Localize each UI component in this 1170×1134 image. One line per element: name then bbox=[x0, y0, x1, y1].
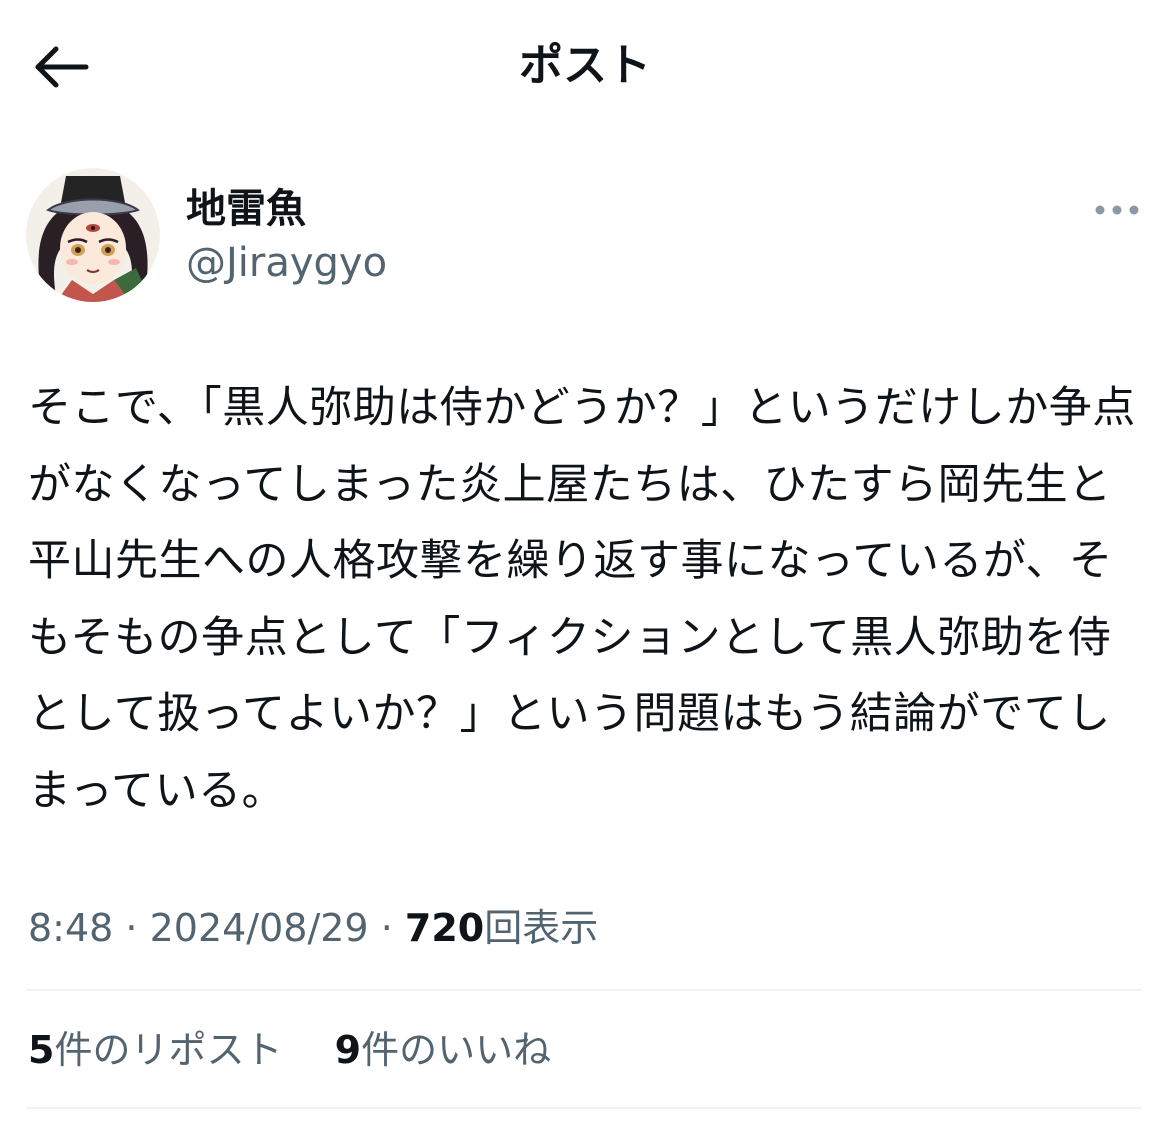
tweet-text: そこで、「黒人弥助は侍かどうか？」というだけしか争点がなくなってしまった炎上屋た… bbox=[28, 383, 1136, 816]
reposts-stat[interactable]: 5件のリポスト bbox=[28, 1028, 282, 1072]
likes-label: 件のいいね bbox=[361, 1028, 552, 1072]
tweet-date[interactable]: 2024/08/29 bbox=[150, 906, 369, 950]
engagement-stats: 5件のリポスト 9件のいいね bbox=[28, 1025, 551, 1075]
likes-stat[interactable]: 9件のいいね bbox=[335, 1028, 551, 1072]
user-handle[interactable]: @Jiraygyo bbox=[186, 238, 387, 288]
divider bbox=[26, 1107, 1142, 1109]
reposts-label: 件のリポスト bbox=[54, 1028, 283, 1072]
divider bbox=[26, 989, 1142, 991]
tweet-time[interactable]: 8:48 bbox=[28, 906, 113, 950]
page-title: ポスト bbox=[519, 40, 651, 91]
avatar[interactable] bbox=[26, 168, 160, 302]
more-horizontal-icon bbox=[1095, 205, 1139, 215]
views-label: 回表示 bbox=[484, 906, 599, 950]
meta-separator: · bbox=[113, 906, 150, 950]
likes-count: 9 bbox=[334, 1028, 362, 1072]
author-row: 地雷魚 @Jiraygyo bbox=[26, 168, 1146, 308]
views-count: 720 bbox=[404, 906, 485, 950]
meta-separator: · bbox=[368, 906, 405, 950]
tweet-meta: 8:48 · 2024/08/29 · 720回表示 bbox=[28, 903, 598, 953]
top-bar: ポスト bbox=[0, 0, 1170, 130]
reposts-count: 5 bbox=[28, 1028, 55, 1072]
display-name[interactable]: 地雷魚 bbox=[186, 184, 306, 234]
avatar-image bbox=[26, 168, 160, 302]
more-button[interactable] bbox=[1092, 190, 1142, 230]
